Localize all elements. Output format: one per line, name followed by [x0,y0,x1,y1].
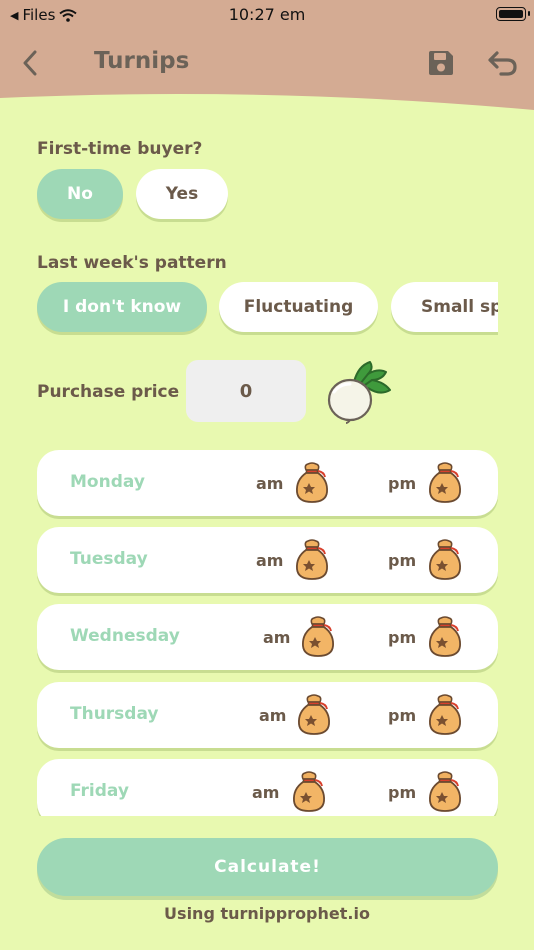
am-label: am [263,628,291,647]
pm-label: pm [388,628,417,647]
day-name: Tuesday [70,549,148,569]
bell-bag-icon[interactable] [427,539,463,581]
back-button[interactable] [14,46,46,80]
am-label: am [259,706,287,725]
save-icon [429,51,453,75]
pm-label: pm [388,706,417,725]
bell-bag-icon[interactable] [294,462,330,504]
pattern-option-small-spike[interactable]: Small spi [391,282,498,332]
first-time-yes-button[interactable]: Yes [136,169,228,219]
bell-bag-icon[interactable] [427,771,463,813]
day-name: Wednesday [70,626,180,646]
first-time-buyer-label: First-time buyer? [37,139,203,159]
turnip-icon [327,361,391,424]
am-label: am [256,474,284,493]
day-name: Monday [70,472,145,492]
day-row-thursday: Thursday am pm [37,682,498,748]
day-row-monday: Monday am pm [37,450,498,516]
pm-label: pm [388,783,417,802]
pattern-options-scroller[interactable]: I don't know Fluctuating Small spi [37,282,498,336]
status-bar: ◀ Files 10:27 em [0,0,534,30]
bell-bag-icon[interactable] [427,616,463,658]
day-name: Thursday [70,704,159,724]
bell-bag-icon[interactable] [300,616,336,658]
undo-button[interactable] [487,48,519,78]
pattern-label: Last week's pattern [37,253,227,273]
back-icon [23,50,37,76]
bell-bag-icon[interactable] [427,694,463,736]
save-button[interactable] [426,48,456,78]
footer-credit: Using turnipprophet.io [164,904,370,923]
am-label: am [256,551,284,570]
day-row-tuesday: Tuesday am pm [37,527,498,593]
pattern-option-unknown[interactable]: I don't know [37,282,207,332]
days-list[interactable]: Monday am pm Tuesday am pm Wednesday am … [30,444,505,816]
status-time: 10:27 em [228,5,306,24]
battery-icon [496,7,530,21]
day-row-wednesday: Wednesday am pm [37,604,498,670]
pm-label: pm [388,551,417,570]
purchase-price-input[interactable] [186,360,306,422]
bell-bag-icon[interactable] [291,771,327,813]
day-row-friday: Friday am pm [37,759,498,816]
first-time-no-button[interactable]: No [37,169,123,219]
pattern-option-fluctuating[interactable]: Fluctuating [219,282,378,332]
bell-bag-icon[interactable] [294,539,330,581]
undo-icon [488,51,517,76]
bell-bag-icon[interactable] [427,462,463,504]
pm-label: pm [388,474,417,493]
bell-bag-icon[interactable] [296,694,332,736]
header: ◀ Files 10:27 em Turnips [0,0,534,112]
am-label: am [252,783,280,802]
calculate-button[interactable]: Calculate! [37,838,498,896]
page-title: Turnips [94,48,190,74]
purchase-price-label: Purchase price [37,382,180,402]
day-name: Friday [70,781,129,801]
